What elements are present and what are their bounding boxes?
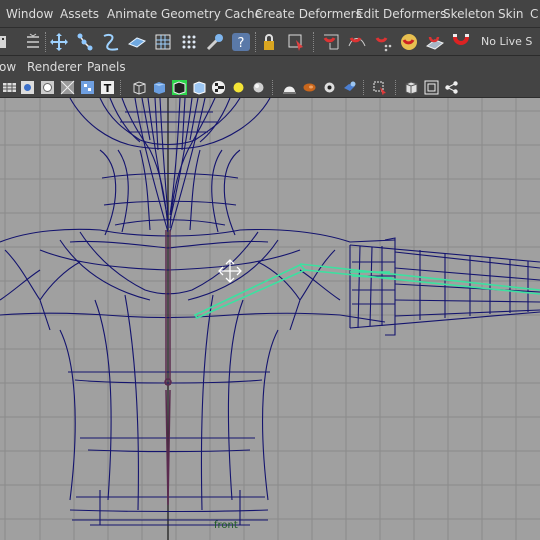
menu-truncated[interactable]: C — [530, 0, 538, 28]
grid-menu-icon[interactable] — [0, 31, 16, 53]
snap-curve-icon[interactable] — [346, 31, 368, 53]
toolbar-separator — [272, 80, 275, 95]
main-menu-bar: Window Assets Animate Geometry Cache Cre… — [0, 0, 540, 28]
help-icon[interactable]: ? — [230, 31, 252, 53]
modeling-viewport[interactable] — [0, 98, 540, 540]
snap-point-icon[interactable] — [372, 31, 394, 53]
lock-icon[interactable] — [258, 31, 280, 53]
viewport-canvas[interactable] — [0, 98, 540, 540]
shadows-icon[interactable] — [251, 80, 266, 95]
toolbar-separator — [120, 80, 123, 95]
menu-skeleton[interactable]: Skeleton — [443, 0, 495, 28]
text-overlay-icon[interactable]: T — [100, 80, 115, 95]
use-all-lights-icon[interactable] — [231, 80, 246, 95]
share-icon[interactable] — [444, 80, 459, 95]
sculpt-deformer-icon[interactable] — [178, 31, 200, 53]
magnet-icon[interactable] — [450, 31, 472, 53]
snap-grid-icon[interactable] — [320, 31, 342, 53]
smooth-shade-icon[interactable] — [152, 80, 167, 95]
move-tool-icon[interactable] — [48, 31, 70, 53]
xray-icon[interactable] — [192, 80, 207, 95]
wireframe-icon[interactable] — [132, 80, 147, 95]
menu-window[interactable]: Window — [6, 0, 53, 28]
menu-animate[interactable]: Animate — [107, 0, 157, 28]
joint-tool-icon[interactable] — [74, 31, 96, 53]
wireframe-on-shaded-icon[interactable] — [172, 80, 187, 95]
select-object-icon[interactable] — [285, 31, 307, 53]
shelf-separator — [313, 32, 316, 52]
panel-menu-bar: ow Renderer Panels — [0, 56, 540, 78]
resolution-gate-icon[interactable] — [60, 80, 75, 95]
paint-weights-icon[interactable] — [204, 31, 226, 53]
camera-name-label: front — [214, 520, 238, 531]
motion-blur-icon[interactable] — [302, 80, 317, 95]
lattice-icon[interactable] — [126, 31, 148, 53]
toolbar-separator — [363, 80, 366, 95]
cluster-icon[interactable] — [152, 31, 174, 53]
options-icon[interactable] — [22, 31, 44, 53]
panel-menu-renderer[interactable]: Renderer — [27, 56, 82, 78]
make-live-icon[interactable] — [424, 31, 446, 53]
ik-handle-icon[interactable] — [100, 31, 122, 53]
xray-joints-icon[interactable] — [372, 80, 387, 95]
antialias-icon[interactable] — [322, 80, 337, 95]
svg-text:T: T — [104, 82, 112, 95]
panel-menu-show[interactable]: ow — [0, 56, 16, 78]
image-plane-icon[interactable] — [20, 80, 35, 95]
bookmark-icon[interactable] — [40, 80, 55, 95]
menu-skin[interactable]: Skin — [498, 0, 524, 28]
grid-toggle-icon[interactable] — [80, 80, 95, 95]
ambient-occlusion-icon[interactable] — [282, 80, 297, 95]
textured-icon[interactable] — [211, 80, 226, 95]
isolate-select-icon[interactable] — [342, 80, 357, 95]
toolbar-separator — [395, 80, 398, 95]
panel-toolbar: T — [0, 78, 540, 98]
live-surface-label: No Live S — [481, 35, 533, 48]
status-line-shelf: ? No Live S — [0, 28, 540, 56]
xray-active-icon[interactable] — [404, 80, 419, 95]
menu-geometry-cache[interactable]: Geometry Cache — [161, 0, 262, 28]
svg-text:?: ? — [238, 36, 245, 51]
panel-menu-panels[interactable]: Panels — [87, 56, 126, 78]
menu-create-deformers[interactable]: Create Deformers — [255, 0, 362, 28]
menu-edit-deformers[interactable]: Edit Deformers — [356, 0, 446, 28]
menu-assets[interactable]: Assets — [60, 0, 99, 28]
snap-view-icon[interactable] — [398, 31, 420, 53]
camera-attributes-icon[interactable] — [2, 80, 17, 95]
film-gate-icon[interactable] — [424, 80, 439, 95]
